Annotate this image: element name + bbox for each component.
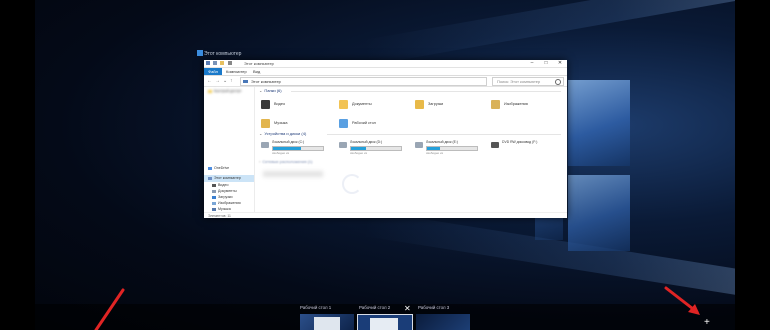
screen: Этот компьютер Этот компьютер – □ ✕ Файл…	[0, 0, 770, 330]
red-arrow-left	[94, 288, 125, 330]
annotation-arrows	[94, 286, 700, 330]
